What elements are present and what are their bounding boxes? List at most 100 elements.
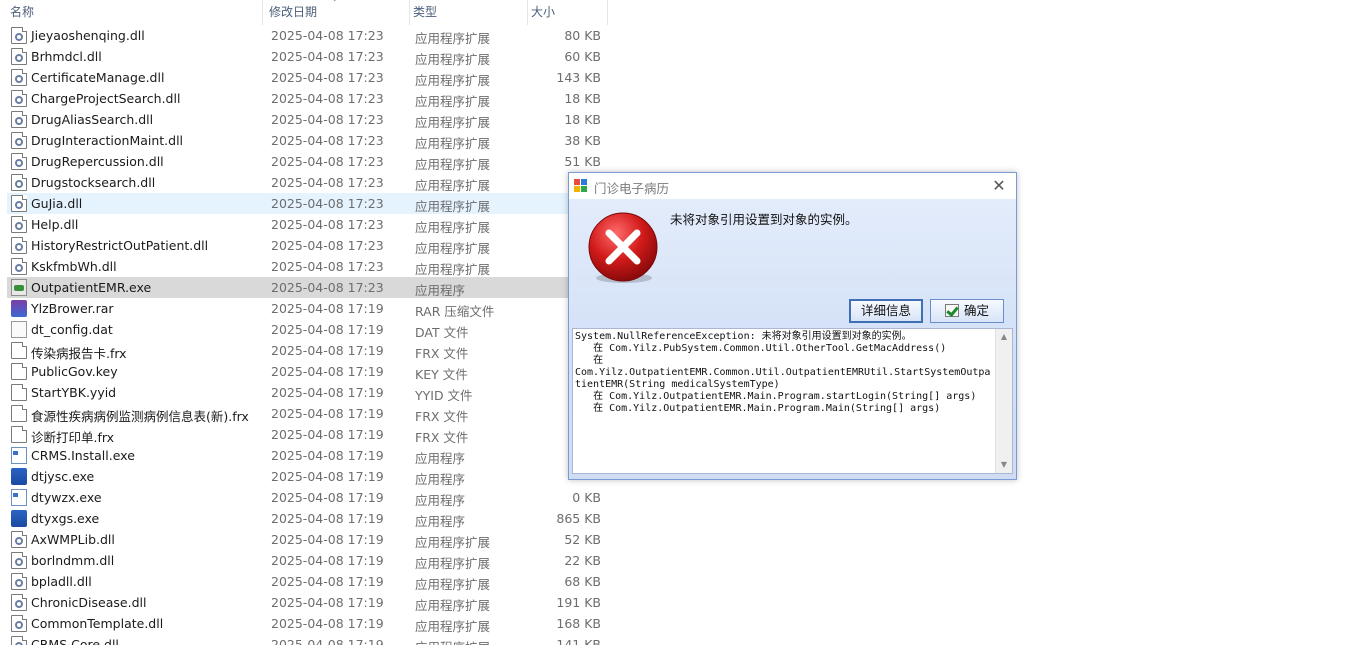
file-name: OutpatientEMR.exe [31, 280, 152, 295]
file-icon [11, 384, 27, 401]
error-icon [588, 212, 658, 283]
file-name: dtyxgs.exe [31, 511, 100, 526]
file-row[interactable]: Jieyaoshenqing.dll 2025-04-08 17:23 应用程序扩展… [7, 25, 607, 46]
file-name: dt_config.dat [31, 322, 113, 337]
file-date: 2025-04-08 17:19 [271, 385, 384, 400]
file-row[interactable]: dt_config.dat 2025-04-08 17:19 DAT 文件 [7, 319, 607, 340]
file-row[interactable]: dtywzx.exe 2025-04-08 17:19 应用程序 0 KB [7, 487, 607, 508]
file-size: 168 KB [556, 616, 601, 631]
exe-window-icon [11, 447, 27, 464]
dll-icon [11, 174, 27, 191]
scroll-up-icon[interactable]: ▲ [996, 329, 1012, 345]
file-row[interactable]: Brhmdcl.dll 2025-04-08 17:23 应用程序扩展 60 KB [7, 46, 607, 67]
file-size: 68 KB [564, 574, 601, 589]
dll-icon [11, 237, 27, 254]
file-row[interactable]: OutpatientEMR.exe 2025-04-08 17:23 应用程序 [7, 277, 607, 298]
file-name: DrugRepercussion.dll [31, 154, 164, 169]
file-name: Help.dll [31, 217, 79, 232]
file-size: 18 KB [564, 112, 601, 127]
file-row[interactable]: DrugInteractionMaint.dll 2025-04-08 17:23… [7, 130, 607, 151]
file-size: 52 KB [564, 532, 601, 547]
file-type: 应用程序扩展 [415, 157, 491, 172]
file-date: 2025-04-08 17:19 [271, 448, 384, 463]
file-row[interactable]: KskfmbWh.dll 2025-04-08 17:23 应用程序扩展 [7, 256, 607, 277]
file-row[interactable]: YlzBrower.rar 2025-04-08 17:19 RAR 压缩文件 [7, 298, 607, 319]
file-type: 应用程序扩展 [415, 199, 491, 214]
file-size: 0 KB [572, 490, 601, 505]
file-row[interactable]: borlndmm.dll 2025-04-08 17:19 应用程序扩展 22 KB [7, 550, 607, 571]
app-icon [11, 279, 27, 296]
file-row[interactable]: 食源性疾病病例监测病例信息表(新).frx 2025-04-08 17:19 FRX… [7, 403, 607, 424]
file-row[interactable]: StartYBK.yyid 2025-04-08 17:19 YYID 文件 [7, 382, 607, 403]
file-name: dtywzx.exe [31, 490, 102, 505]
file-type: 应用程序扩展 [415, 577, 491, 592]
file-row[interactable]: CRMS.Core.dll 2025-04-08 17:19 应用程序扩展 141 K… [7, 634, 607, 645]
file-name: borlndmm.dll [31, 553, 115, 568]
file-size: 38 KB [564, 133, 601, 148]
file-date: 2025-04-08 17:19 [271, 427, 384, 442]
file-name: HistoryRestrictOutPatient.dll [31, 238, 209, 253]
file-row[interactable]: AxWMPLib.dll 2025-04-08 17:19 应用程序扩展 52 KB [7, 529, 607, 550]
file-row[interactable]: DrugRepercussion.dll 2025-04-08 17:23 应用程序… [7, 151, 607, 172]
exe-icon [11, 510, 27, 527]
file-date: 2025-04-08 17:19 [271, 343, 384, 358]
file-date: 2025-04-08 17:23 [271, 175, 384, 190]
column-date-header[interactable]: 修改日期 [266, 0, 410, 25]
dll-icon [11, 69, 27, 86]
file-name: CertificateManage.dll [31, 70, 165, 85]
file-row[interactable]: 诊断打印单.frx 2025-04-08 17:19 FRX 文件 [7, 424, 607, 445]
file-date: 2025-04-08 17:23 [271, 196, 384, 211]
file-date: 2025-04-08 17:23 [271, 112, 384, 127]
rar-icon [11, 300, 27, 317]
file-row[interactable]: ChargeProjectSearch.dll 2025-04-08 17:23 应… [7, 88, 607, 109]
details-button[interactable]: 详细信息 [849, 299, 923, 323]
file-date: 2025-04-08 17:19 [271, 490, 384, 505]
details-textbox[interactable]: System.NullReferenceException: 未将对象引用设置到… [572, 328, 1013, 474]
file-name: bpladll.dll [31, 574, 92, 589]
ok-button[interactable]: 确定 [930, 299, 1004, 323]
exe-icon [11, 468, 27, 485]
file-date: 2025-04-08 17:23 [271, 154, 384, 169]
column-type-header[interactable]: 类型 [410, 0, 528, 25]
dialog-titlebar[interactable]: 门诊电子病历 ✕ [569, 173, 1016, 199]
file-size: 60 KB [564, 49, 601, 64]
file-date: 2025-04-08 17:19 [271, 364, 384, 379]
file-type: 应用程序扩展 [415, 535, 491, 550]
file-row[interactable]: DrugAliasSearch.dll 2025-04-08 17:23 应用程序扩… [7, 109, 607, 130]
column-size-header[interactable]: 大小 [528, 0, 608, 25]
file-row[interactable]: CommonTemplate.dll 2025-04-08 17:19 应用程序扩展… [7, 613, 607, 634]
file-type: 应用程序扩展 [415, 637, 490, 645]
file-row[interactable]: GuJia.dll 2025-04-08 17:23 应用程序扩展 [7, 193, 607, 214]
file-row[interactable]: CertificateManage.dll 2025-04-08 17:23 应用程… [7, 67, 607, 88]
file-type: DAT 文件 [415, 325, 469, 340]
file-row[interactable]: CRMS.Install.exe 2025-04-08 17:19 应用程序 [7, 445, 607, 466]
exe-window-icon [11, 489, 27, 506]
dll-icon [11, 636, 27, 645]
file-name: Jieyaoshenqing.dll [31, 28, 145, 43]
file-type: 应用程序扩展 [415, 115, 491, 130]
file-name: ChargeProjectSearch.dll [31, 91, 181, 106]
file-type: 应用程序扩展 [415, 619, 491, 634]
file-row[interactable]: bpladll.dll 2025-04-08 17:19 应用程序扩展 68 KB [7, 571, 607, 592]
file-name: 食源性疾病病例监测病例信息表(新).frx [31, 409, 249, 424]
file-icon [11, 363, 27, 380]
file-row[interactable]: Drugstocksearch.dll 2025-04-08 17:23 应用程序扩… [7, 172, 607, 193]
column-name-header[interactable]: 名称 [7, 0, 263, 25]
file-row[interactable]: dtyxgs.exe 2025-04-08 17:19 应用程序 865 KB [7, 508, 607, 529]
file-date: 2025-04-08 17:23 [271, 70, 384, 85]
file-row[interactable]: HistoryRestrictOutPatient.dll 2025-04-08 … [7, 235, 607, 256]
file-row[interactable]: dtjysc.exe 2025-04-08 17:19 应用程序 [7, 466, 607, 487]
file-row[interactable]: ChronicDisease.dll 2025-04-08 17:19 应用程序扩展… [7, 592, 607, 613]
scroll-down-icon[interactable]: ▼ [996, 457, 1012, 473]
ok-button-label: 确定 [963, 303, 989, 318]
details-scrollbar[interactable]: ▲ ▼ [995, 329, 1012, 473]
file-name: DrugInteractionMaint.dll [31, 133, 184, 148]
file-size: 865 KB [556, 511, 601, 526]
file-row[interactable]: PublicGov.key 2025-04-08 17:19 KEY 文件 [7, 361, 607, 382]
file-size: 143 KB [556, 70, 601, 85]
file-date: 2025-04-08 17:19 [271, 511, 384, 526]
file-icon [11, 426, 27, 443]
close-icon[interactable]: ✕ [982, 173, 1016, 199]
file-row[interactable]: Help.dll 2025-04-08 17:23 应用程序扩展 [7, 214, 607, 235]
file-row[interactable]: 传染病报告卡.frx 2025-04-08 17:19 FRX 文件 [7, 340, 607, 361]
